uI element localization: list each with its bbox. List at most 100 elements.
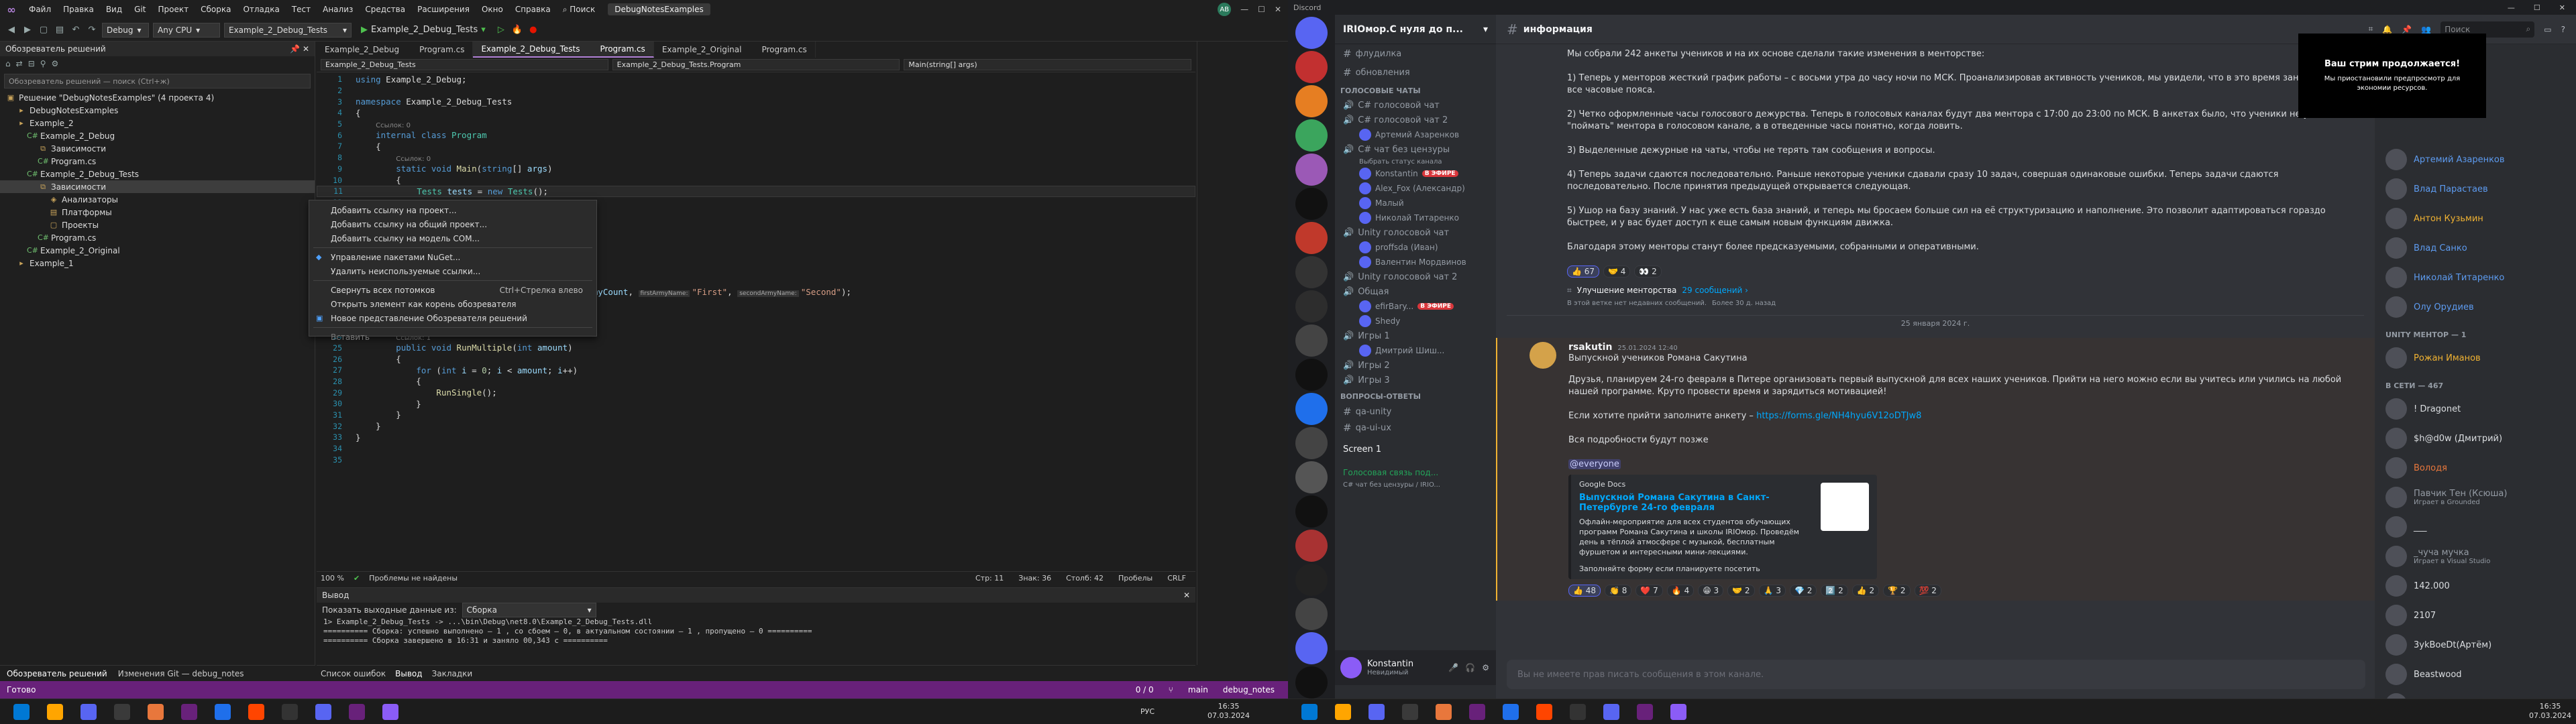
minimize-icon[interactable]: —	[2508, 3, 2515, 12]
minimize-icon[interactable]: —	[1240, 5, 1248, 14]
maximize-icon[interactable]: ☐	[1258, 5, 1265, 14]
context-menu-item[interactable]: ▣ Новое представление Обозревателя решени…	[309, 311, 596, 325]
server-icon[interactable]	[1295, 495, 1328, 528]
redo-icon[interactable]: ↷	[86, 24, 98, 36]
voice-user[interactable]: efirBary... В ЭФИРЕ	[1335, 299, 1496, 314]
voice-connection-status[interactable]: Голосовая связь под...	[1335, 465, 1496, 480]
member-item[interactable]: Павчик Тен (Ксюша) Играет в Grounded	[2375, 483, 2576, 512]
taskbar-app-icon[interactable]	[349, 704, 365, 720]
reaction-button[interactable]: 🤝 4	[1603, 265, 1631, 278]
reaction-button[interactable]: 💯 2	[1914, 585, 1941, 597]
menu-item[interactable]: Вид	[100, 5, 128, 14]
everyone-mention[interactable]: @everyone	[1568, 459, 1621, 469]
git-repo[interactable]: debug_notes	[1223, 685, 1275, 695]
member-item[interactable]: Влад Парастаев	[2375, 174, 2576, 204]
nav-type-select[interactable]: Example_2_Debug_Tests.Program	[612, 59, 900, 70]
message-input[interactable]: Вы не имеете прав писать сообщения в это…	[1507, 660, 2365, 689]
context-menu-item[interactable]: Добавить ссылку на проект...	[309, 203, 596, 217]
breakpoint-icon[interactable]: ●	[527, 24, 539, 36]
server-icon[interactable]	[1295, 290, 1328, 322]
collapse-icon[interactable]: ⊟	[28, 59, 35, 68]
server-icon[interactable]	[1295, 359, 1328, 391]
menu-item[interactable]: Средства	[359, 5, 411, 14]
maximize-icon[interactable]: ☐	[2534, 3, 2540, 12]
taskbar-app-icon[interactable]	[248, 704, 264, 720]
members-icon[interactable]: 👥	[2421, 25, 2431, 34]
voice-user[interactable]: Alex_Fox (Александр)	[1335, 181, 1496, 196]
member-item[interactable]: 3ykBoeDt(Артём)	[2375, 630, 2576, 660]
close-icon[interactable]: ✕	[1183, 591, 1190, 600]
taskbar-app-icon[interactable]	[114, 704, 130, 720]
context-menu-item[interactable]: Открыть элемент как корень обозревателя	[309, 297, 596, 311]
tree-item[interactable]: ▢ Проекты	[0, 219, 315, 231]
member-item[interactable]: Олу Орудиев	[2375, 292, 2576, 322]
member-item[interactable]: Володя	[2375, 453, 2576, 483]
tree-item[interactable]: ▸ DebugNotesExamples	[0, 104, 315, 117]
reaction-button[interactable]: 👍 48	[1568, 585, 1601, 597]
tree-item[interactable]: C# Example_2_Original	[0, 244, 315, 257]
context-menu-item[interactable]: ◆ Управление пакетами NuGet...	[309, 250, 596, 264]
back-icon[interactable]: ◀	[5, 24, 17, 36]
menu-item[interactable]: Проект	[152, 5, 195, 14]
tree-item[interactable]: ▣ Решение "DebugNotesExamples" (4 проекта…	[0, 91, 315, 104]
git-branch[interactable]: main	[1188, 685, 1208, 695]
voice-user[interactable]: Валентин Мордвинов	[1335, 255, 1496, 269]
screen-share-item[interactable]: Screen 1	[1335, 440, 1496, 459]
member-item[interactable]: _чуча мучка Играет в Visual Studio	[2375, 542, 2576, 571]
reaction-button[interactable]: 🏆 2	[1883, 585, 1911, 597]
reaction-button[interactable]: 💎 2	[1789, 585, 1817, 597]
message-author[interactable]: rsakutin	[1568, 342, 1612, 353]
tab-error-list[interactable]: Список ошибок	[321, 669, 386, 678]
reaction-button[interactable]: 2️⃣ 2	[1821, 585, 1848, 597]
voice-channel[interactable]: 🔊 Unity голосовой чат 2	[1335, 269, 1496, 284]
tree-item[interactable]: ⧉ Зависимости	[0, 142, 315, 155]
taskbar-app-icon[interactable]	[382, 704, 398, 720]
menu-item[interactable]: Сборка	[195, 5, 237, 14]
channel-item[interactable]: # qa-unity	[1335, 404, 1496, 420]
member-item[interactable]: 2107	[2375, 601, 2576, 630]
tab-bookmarks[interactable]: Закладки	[432, 669, 473, 678]
reaction-button[interactable]: 👏 8	[1605, 585, 1632, 597]
taskbar-app-icon[interactable]	[1503, 704, 1519, 720]
member-item[interactable]: Антон Кузьмин	[2375, 204, 2576, 233]
channel-status[interactable]: Выбрать статус канала	[1335, 157, 1496, 166]
menu-item[interactable]: Отладка	[237, 5, 285, 14]
editor-tab[interactable]: Example_2_Debug_Tests Program.cs	[473, 42, 654, 58]
taskbar-app-icon[interactable]	[13, 704, 30, 720]
server-icon[interactable]	[1295, 427, 1328, 459]
run-without-debug-icon[interactable]: ▷	[495, 24, 507, 36]
voice-user[interactable]: Артемий Азаренков	[1335, 127, 1496, 142]
embed-title[interactable]: Выпускной Романа Сакутина в Санкт-Петерб…	[1579, 493, 1807, 513]
new-file-icon[interactable]: ▢	[38, 24, 50, 36]
tree-item[interactable]: ◈ Анализаторы	[0, 193, 315, 206]
voice-user[interactable]: Konstantin В ЭФИРЕ	[1335, 166, 1496, 181]
server-icon[interactable]	[1295, 256, 1328, 288]
voice-channel[interactable]: 🔊 C# голосовой чат	[1335, 98, 1496, 113]
menu-item[interactable]: Тест	[286, 5, 317, 14]
forward-icon[interactable]: ▶	[21, 24, 34, 36]
tree-item[interactable]: C# Example_2_Debug_Tests	[0, 168, 315, 180]
taskbar-app-icon[interactable]	[215, 704, 231, 720]
line-endings[interactable]: CRLF	[1167, 574, 1186, 583]
editor-tab[interactable]: Example_2_Debug Program.cs	[317, 42, 474, 58]
stream-popup[interactable]: Ваш стрим продолжается! Мы приостановили…	[2298, 34, 2486, 118]
clock[interactable]: 16:35 07.03.2024	[1208, 702, 1250, 721]
filter-icon[interactable]: ⚲	[40, 59, 46, 68]
taskbar-app-icon[interactable]	[1301, 704, 1318, 720]
server-icon[interactable]	[1295, 188, 1328, 220]
category-header[interactable]: ВОПРОСЫ-ОТВЕТЫ	[1335, 387, 1496, 404]
member-item[interactable]: ___	[2375, 512, 2576, 542]
nav-member-select[interactable]: Main(string[] args)	[904, 59, 1192, 70]
member-item[interactable]: Beastwood	[2375, 660, 2576, 689]
member-item[interactable]: Рожан Иманов	[2375, 343, 2576, 373]
taskbar-app-icon[interactable]	[1335, 704, 1351, 720]
taskbar-app-icon[interactable]	[47, 704, 63, 720]
zoom-level[interactable]: 100 %	[321, 574, 344, 583]
server-icon[interactable]	[1295, 17, 1328, 49]
form-link[interactable]: https://forms.gle/NH4hyu6V12oDTJw8	[1756, 411, 1921, 421]
startup-project-select[interactable]: Example_2_Debug_Tests ▾	[224, 22, 352, 38]
taskbar-app-icon[interactable]	[181, 704, 197, 720]
menu-item[interactable]: Git	[128, 5, 152, 14]
voice-user[interactable]: proffsda (Иван)	[1335, 240, 1496, 255]
tab-solution-explorer[interactable]: Обозреватель решений	[7, 669, 107, 678]
